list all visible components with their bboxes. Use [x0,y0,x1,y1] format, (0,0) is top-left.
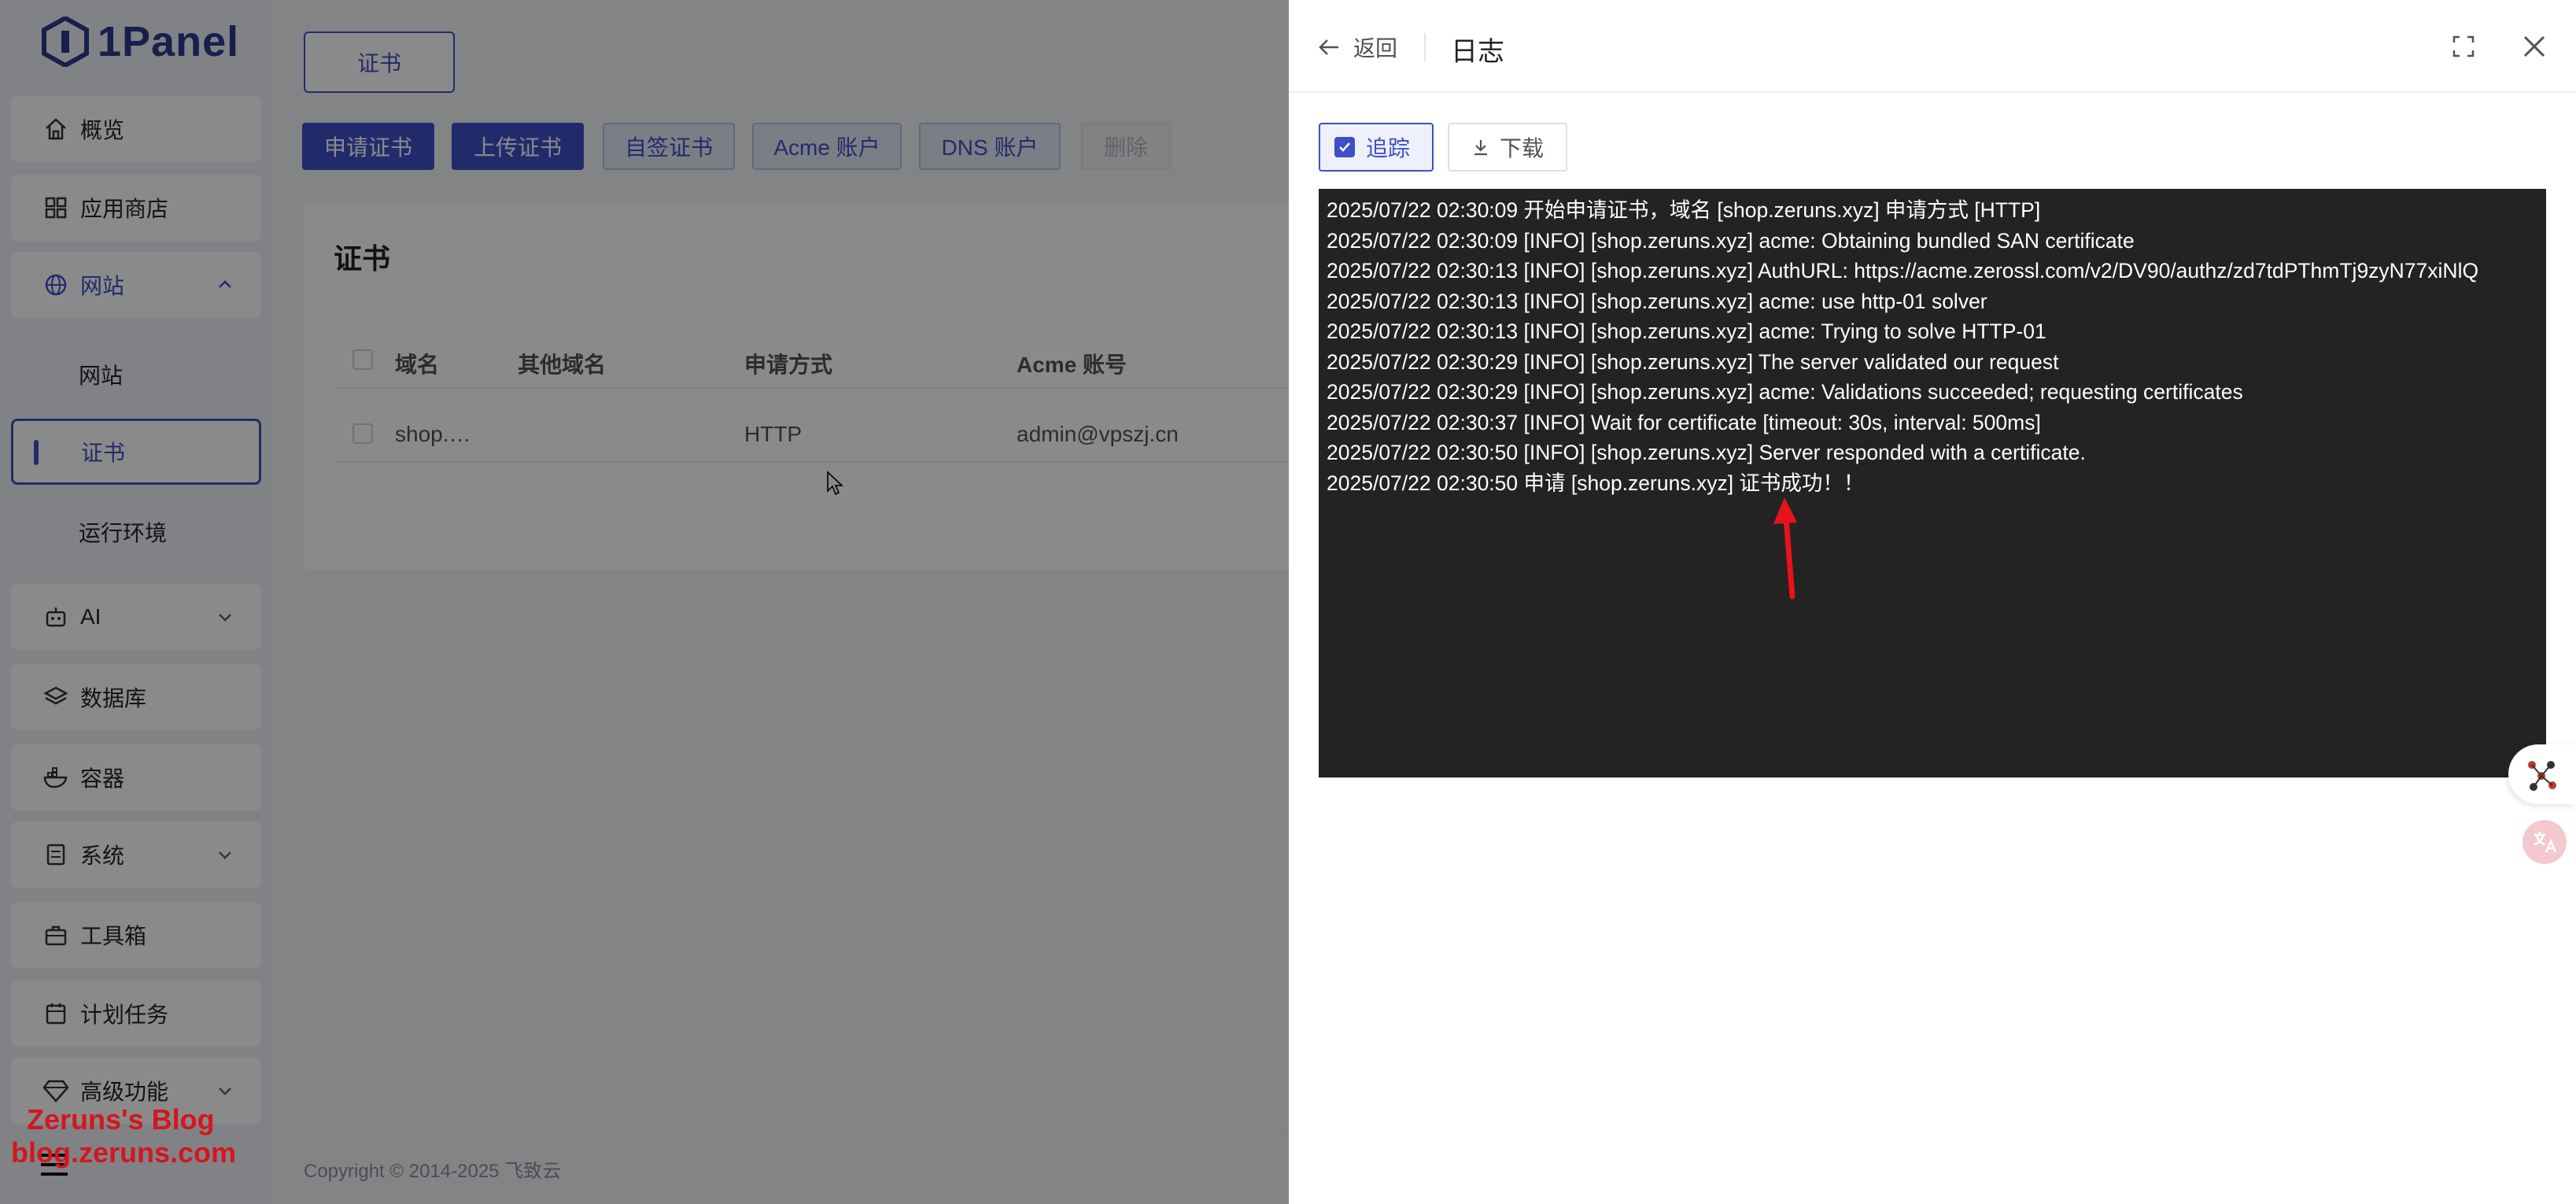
header-divider [1424,33,1426,61]
arrow-left-icon [1319,39,1338,55]
check-icon [1334,137,1355,157]
log-line: 2025/07/22 02:30:09 [INFO] [shop.zeruns.… [1327,228,2135,253]
log-line: 2025/07/22 02:30:13 [INFO] [shop.zeruns.… [1327,259,2479,283]
log-output[interactable]: 2025/07/22 02:30:09 开始申请证书，域名 [shop.zeru… [1319,189,2546,777]
network-nodes-icon [2528,761,2556,791]
download-icon [1474,140,1487,156]
watermark-url: blog.zeruns.com [11,1136,237,1169]
drawer-header: 返回 日志 [1289,0,2576,93]
back-label: 返回 [1353,36,1398,61]
drawer-title: 日志 [1451,37,1504,67]
floating-widget-button[interactable] [2508,744,2576,804]
log-line: 2025/07/22 02:30:37 [INFO] Wait for cert… [1327,410,2041,434]
download-label: 下载 [1499,136,1544,161]
annotation-arrow-icon [1773,497,1797,600]
translate-icon [2534,832,2557,853]
log-line: 2025/07/22 02:30:29 [INFO] [shop.zeruns.… [1327,380,2243,404]
close-icon[interactable] [2521,33,2548,60]
log-line: 2025/07/22 02:30:13 [INFO] [shop.zeruns.… [1327,289,1987,313]
download-button[interactable]: 下载 [1448,123,1567,172]
follow-log-checkbox[interactable]: 追踪 [1319,123,1434,172]
translate-button[interactable] [2522,820,2567,864]
fullscreen-icon[interactable] [2452,35,2475,58]
watermark-title: Zeruns's Blog [27,1103,215,1136]
modal-overlay[interactable] [0,0,1289,1204]
back-button[interactable]: 返回 [1317,31,1397,63]
log-line: 2025/07/22 02:30:29 [INFO] [shop.zeruns.… [1327,349,2059,374]
log-line: 2025/07/22 02:30:13 [INFO] [shop.zeruns.… [1327,319,2046,343]
log-line: 2025/07/22 02:30:09 开始申请证书，域名 [shop.zeru… [1327,198,2041,222]
follow-label: 追踪 [1366,136,1411,161]
log-line: 2025/07/22 02:30:50 [INFO] [shop.zeruns.… [1327,441,2086,464]
log-line: 2025/07/22 02:30:50 申请 [shop.zeruns.xyz]… [1327,471,1865,495]
log-drawer: 返回 日志 追踪 下载 2025/07/22 02:30:09 开始申请证书，域… [1289,0,2576,1204]
